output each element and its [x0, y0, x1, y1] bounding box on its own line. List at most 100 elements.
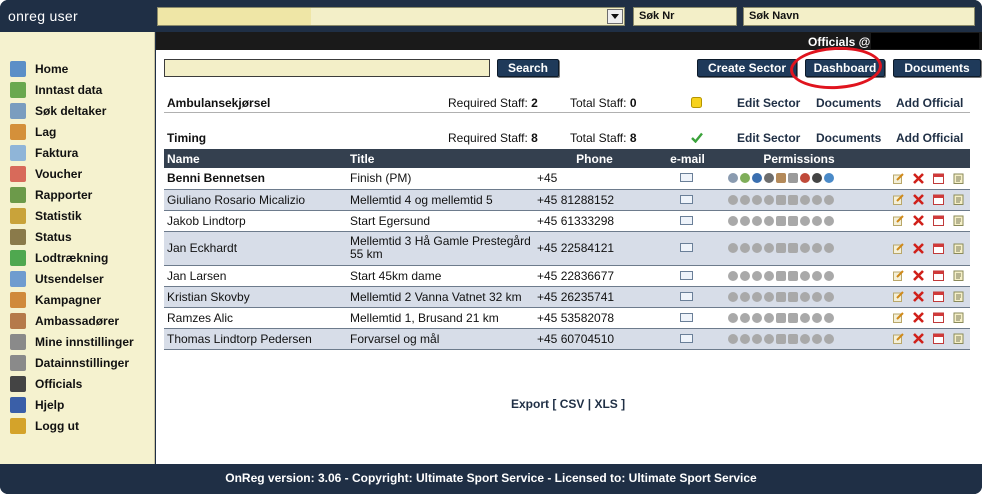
- permission-cup-icon[interactable]: [800, 173, 810, 184]
- permission-person-icon[interactable]: [764, 312, 774, 323]
- sidebar-item-officials[interactable]: Officials: [0, 373, 154, 394]
- permission-map-icon[interactable]: [740, 243, 750, 253]
- dashboard-button[interactable]: Dashboard: [805, 59, 885, 77]
- permission-camera-icon[interactable]: [824, 270, 834, 281]
- sidebar-item-søk-deltaker[interactable]: Søk deltaker: [0, 100, 154, 121]
- permission-person-icon[interactable]: [764, 173, 774, 184]
- permission-camera-icon[interactable]: [824, 194, 834, 205]
- email-icon[interactable]: [679, 312, 693, 322]
- permission-badge-icon[interactable]: [776, 270, 786, 281]
- clipboard-icon[interactable]: [953, 312, 964, 323]
- permission-clock-icon[interactable]: [812, 291, 822, 302]
- export-csv-link[interactable]: CSV: [560, 397, 585, 411]
- permission-person-icon[interactable]: [764, 194, 774, 205]
- permission-cup-icon[interactable]: [800, 333, 810, 344]
- official-name[interactable]: Jakob Lindtorp: [164, 210, 347, 232]
- sidebar-item-rapporter[interactable]: Rapporter: [0, 184, 154, 205]
- permission-badge-icon[interactable]: [776, 194, 786, 205]
- edit-icon[interactable]: [893, 242, 904, 254]
- clipboard-icon[interactable]: [953, 270, 964, 281]
- table-row[interactable]: Kristian Skovby Mellemtid 2 Vanna Vatnet …: [164, 286, 970, 308]
- permission-group-icon[interactable]: [728, 291, 738, 302]
- delete-icon[interactable]: [913, 333, 924, 344]
- email-icon[interactable]: [679, 333, 693, 343]
- table-row[interactable]: Jan Larsen Start 45km dame +45 22836677: [164, 265, 970, 287]
- sidebar-item-utsendelser[interactable]: Utsendelser: [0, 268, 154, 289]
- email-icon[interactable]: [679, 291, 693, 301]
- permission-cup-icon[interactable]: [800, 312, 810, 323]
- sidebar-item-ambassadører[interactable]: Ambassadører: [0, 310, 154, 331]
- edit-sector-link[interactable]: Edit Sector: [737, 131, 800, 145]
- sidebar-item-lodtrækning[interactable]: Lodtrækning: [0, 247, 154, 268]
- official-name[interactable]: Kristian Skovby: [164, 286, 347, 308]
- permission-map-icon[interactable]: [740, 291, 750, 302]
- email-icon[interactable]: [679, 173, 693, 183]
- permission-cup-icon[interactable]: [800, 215, 810, 226]
- clipboard-icon[interactable]: [953, 243, 964, 254]
- permission-cup-icon[interactable]: [800, 194, 810, 205]
- table-row[interactable]: Ramzes Alic Mellemtid 1, Brusand 21 km +45…: [164, 307, 970, 329]
- permission-group-icon[interactable]: [728, 333, 738, 344]
- permission-key-icon[interactable]: [788, 173, 798, 184]
- permission-key-icon[interactable]: [788, 291, 798, 302]
- permission-info-icon[interactable]: [752, 215, 762, 226]
- permission-person-icon[interactable]: [764, 333, 774, 344]
- permission-clock-icon[interactable]: [812, 270, 822, 281]
- calendar-icon[interactable]: [933, 270, 944, 281]
- sidebar-item-home[interactable]: Home: [0, 58, 154, 79]
- permission-camera-icon[interactable]: [824, 312, 834, 323]
- permission-person-icon[interactable]: [764, 270, 774, 281]
- permission-cup-icon[interactable]: [800, 243, 810, 253]
- email-icon[interactable]: [679, 242, 693, 252]
- permission-person-icon[interactable]: [764, 243, 774, 253]
- edit-icon[interactable]: [893, 312, 904, 323]
- search-button[interactable]: Search: [497, 59, 559, 77]
- permission-badge-icon[interactable]: [776, 291, 786, 302]
- edit-icon[interactable]: [893, 333, 904, 344]
- sidebar-item-hjelp[interactable]: Hjelp: [0, 394, 154, 415]
- permission-clock-icon[interactable]: [812, 194, 822, 205]
- permission-group-icon[interactable]: [728, 243, 738, 253]
- permission-map-icon[interactable]: [740, 333, 750, 344]
- permission-map-icon[interactable]: [740, 194, 750, 205]
- permission-key-icon[interactable]: [788, 194, 798, 205]
- search-navn-input[interactable]: Søk Navn: [743, 7, 975, 26]
- permission-info-icon[interactable]: [752, 270, 762, 281]
- permission-group-icon[interactable]: [728, 215, 738, 226]
- permission-clock-icon[interactable]: [812, 215, 822, 226]
- table-row[interactable]: Thomas Lindtorp Pedersen Forvarsel og mål…: [164, 328, 970, 350]
- permission-map-icon[interactable]: [740, 215, 750, 226]
- edit-icon[interactable]: [893, 173, 904, 184]
- official-name[interactable]: Benni Bennetsen: [164, 168, 347, 190]
- edit-icon[interactable]: [893, 270, 904, 281]
- event-select[interactable]: [157, 7, 625, 26]
- permission-camera-icon[interactable]: [824, 333, 834, 344]
- permission-camera-icon[interactable]: [824, 215, 834, 226]
- permission-cup-icon[interactable]: [800, 270, 810, 281]
- email-icon[interactable]: [679, 194, 693, 204]
- official-search-input[interactable]: [164, 59, 490, 77]
- permission-map-icon[interactable]: [740, 173, 750, 184]
- permission-badge-icon[interactable]: [776, 312, 786, 323]
- official-name[interactable]: Giuliano Rosario Micalizio: [164, 189, 347, 211]
- delete-icon[interactable]: [913, 242, 924, 254]
- permission-key-icon[interactable]: [788, 243, 798, 253]
- permission-person-icon[interactable]: [764, 291, 774, 302]
- permission-key-icon[interactable]: [788, 270, 798, 281]
- sidebar-item-faktura[interactable]: Faktura: [0, 142, 154, 163]
- sector-documents-link[interactable]: Documents: [816, 96, 881, 110]
- permission-cup-icon[interactable]: [800, 291, 810, 302]
- permission-badge-icon[interactable]: [776, 243, 786, 253]
- documents-button[interactable]: Documents: [893, 59, 981, 77]
- delete-icon[interactable]: [913, 270, 924, 281]
- permission-group-icon[interactable]: [728, 270, 738, 281]
- official-name[interactable]: Ramzes Alic: [164, 307, 347, 329]
- permission-group-icon[interactable]: [728, 312, 738, 323]
- permission-info-icon[interactable]: [752, 173, 762, 184]
- sidebar-item-kampagner[interactable]: Kampagner: [0, 289, 154, 310]
- permission-clock-icon[interactable]: [812, 312, 822, 323]
- export-xls-link[interactable]: XLS: [594, 397, 617, 411]
- clipboard-icon[interactable]: [953, 333, 964, 344]
- permission-info-icon[interactable]: [752, 312, 762, 323]
- sidebar-item-voucher[interactable]: Voucher: [0, 163, 154, 184]
